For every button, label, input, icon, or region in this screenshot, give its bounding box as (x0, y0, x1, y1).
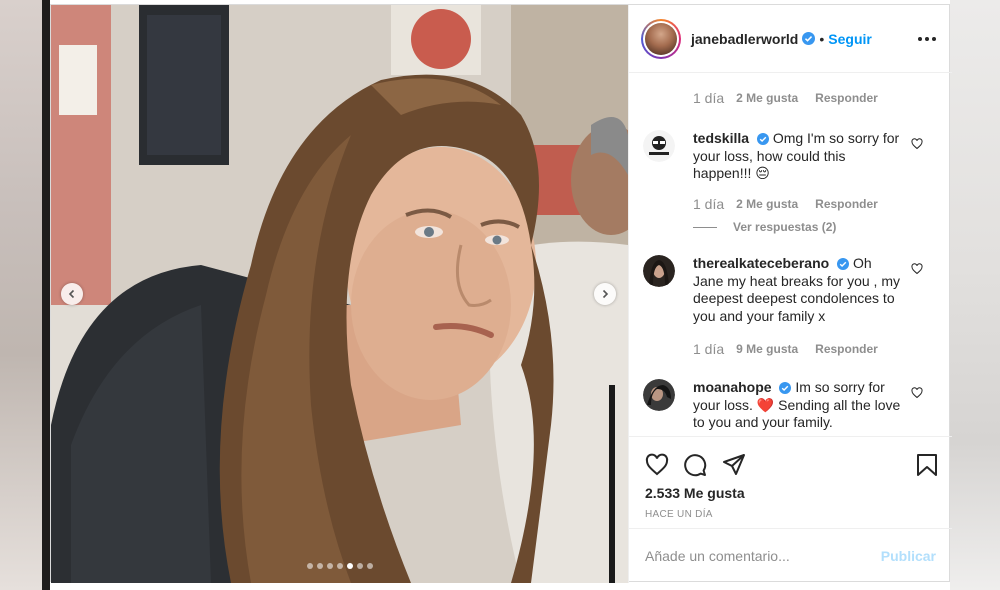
view-replies-button[interactable]: Ver respuestas (2) (693, 220, 836, 234)
commenter-avatar[interactable] (643, 130, 675, 162)
comment-meta: 1 día 2 Me gusta Responder (693, 90, 878, 106)
comment-like-icon[interactable] (911, 138, 923, 150)
previous-photo-button[interactable] (61, 283, 83, 305)
post-photo (51, 5, 628, 583)
carousel-dot (337, 563, 343, 569)
comment-likes[interactable]: 2 Me gusta (736, 197, 798, 211)
comment-time[interactable]: 1 día (693, 90, 724, 106)
next-photo-button[interactable] (594, 283, 616, 305)
post-card: janebadlerworld • Seguir 1 día 2 Me gust… (50, 4, 952, 583)
carousel-dot (307, 563, 313, 569)
comment-text: therealkateceberano Oh Jane my heat brea… (693, 255, 903, 325)
comment-meta: 1 día 2 Me gusta Responder (693, 196, 878, 212)
comment-time[interactable]: 1 día (693, 341, 724, 357)
more-options-icon[interactable] (918, 36, 936, 41)
comment-like-icon[interactable] (911, 387, 923, 399)
commenter-username[interactable]: tedskilla (693, 130, 749, 146)
carousel-dot (327, 563, 333, 569)
author-avatar[interactable] (641, 18, 681, 59)
verified-badge-icon (837, 258, 850, 270)
comment-composer: Publicar (629, 528, 952, 583)
chevron-right-icon (602, 289, 609, 299)
heart-icon[interactable] (645, 453, 669, 477)
follow-button[interactable]: Seguir (828, 31, 872, 47)
commenter-username[interactable]: therealkateceberano (693, 255, 829, 271)
commenter-avatar[interactable] (643, 379, 675, 411)
post-timestamp[interactable]: HACE UN DÍA (645, 509, 713, 520)
comment-text: moanahope Im so sorry for your loss. ❤️ … (693, 379, 903, 432)
comment-like-icon[interactable] (911, 263, 923, 275)
author-username[interactable]: janebadlerworld (691, 31, 798, 47)
comments-list: 1 día 2 Me gusta Responder tedskilla Omg… (629, 74, 952, 436)
commenter-avatar[interactable] (643, 255, 675, 287)
bookmark-icon[interactable] (916, 453, 938, 477)
chevron-left-icon (68, 289, 75, 299)
background-edge (42, 0, 50, 590)
reply-button[interactable]: Responder (815, 197, 878, 211)
view-replies-label: Ver respuestas (2) (733, 220, 837, 234)
comment-likes[interactable]: 9 Me gusta (736, 342, 798, 356)
comment-meta: 1 día 9 Me gusta Responder (693, 341, 878, 357)
share-icon[interactable] (722, 453, 746, 477)
carousel-dot (347, 563, 353, 569)
post-header: janebadlerworld • Seguir (629, 5, 952, 73)
carousel-dot (317, 563, 323, 569)
comment-text: tedskilla Omg I'm so sorry for your loss… (693, 130, 903, 183)
carousel-dot (367, 563, 373, 569)
photo-illustration (51, 5, 628, 583)
post-actions: 2.533 Me gusta HACE UN DÍA (629, 436, 952, 528)
post-side-panel: janebadlerworld • Seguir 1 día 2 Me gust… (628, 5, 952, 583)
publish-button[interactable]: Publicar (881, 548, 936, 564)
background-blur-right (950, 0, 1000, 590)
carousel-indicator (307, 563, 373, 569)
comment-time[interactable]: 1 día (693, 196, 724, 212)
header-separator: • (819, 30, 825, 47)
carousel-dot (357, 563, 363, 569)
verified-badge-icon (802, 32, 816, 45)
comment-likes[interactable]: 2 Me gusta (736, 91, 798, 105)
comment-icon[interactable] (683, 453, 707, 477)
comment-input[interactable] (645, 548, 881, 564)
reply-button[interactable]: Responder (815, 342, 878, 356)
reply-button[interactable]: Responder (815, 91, 878, 105)
commenter-username[interactable]: moanahope (693, 379, 772, 395)
verified-badge-icon (779, 382, 792, 394)
verified-badge-icon (756, 133, 769, 145)
likes-count[interactable]: 2.533 Me gusta (645, 485, 745, 501)
